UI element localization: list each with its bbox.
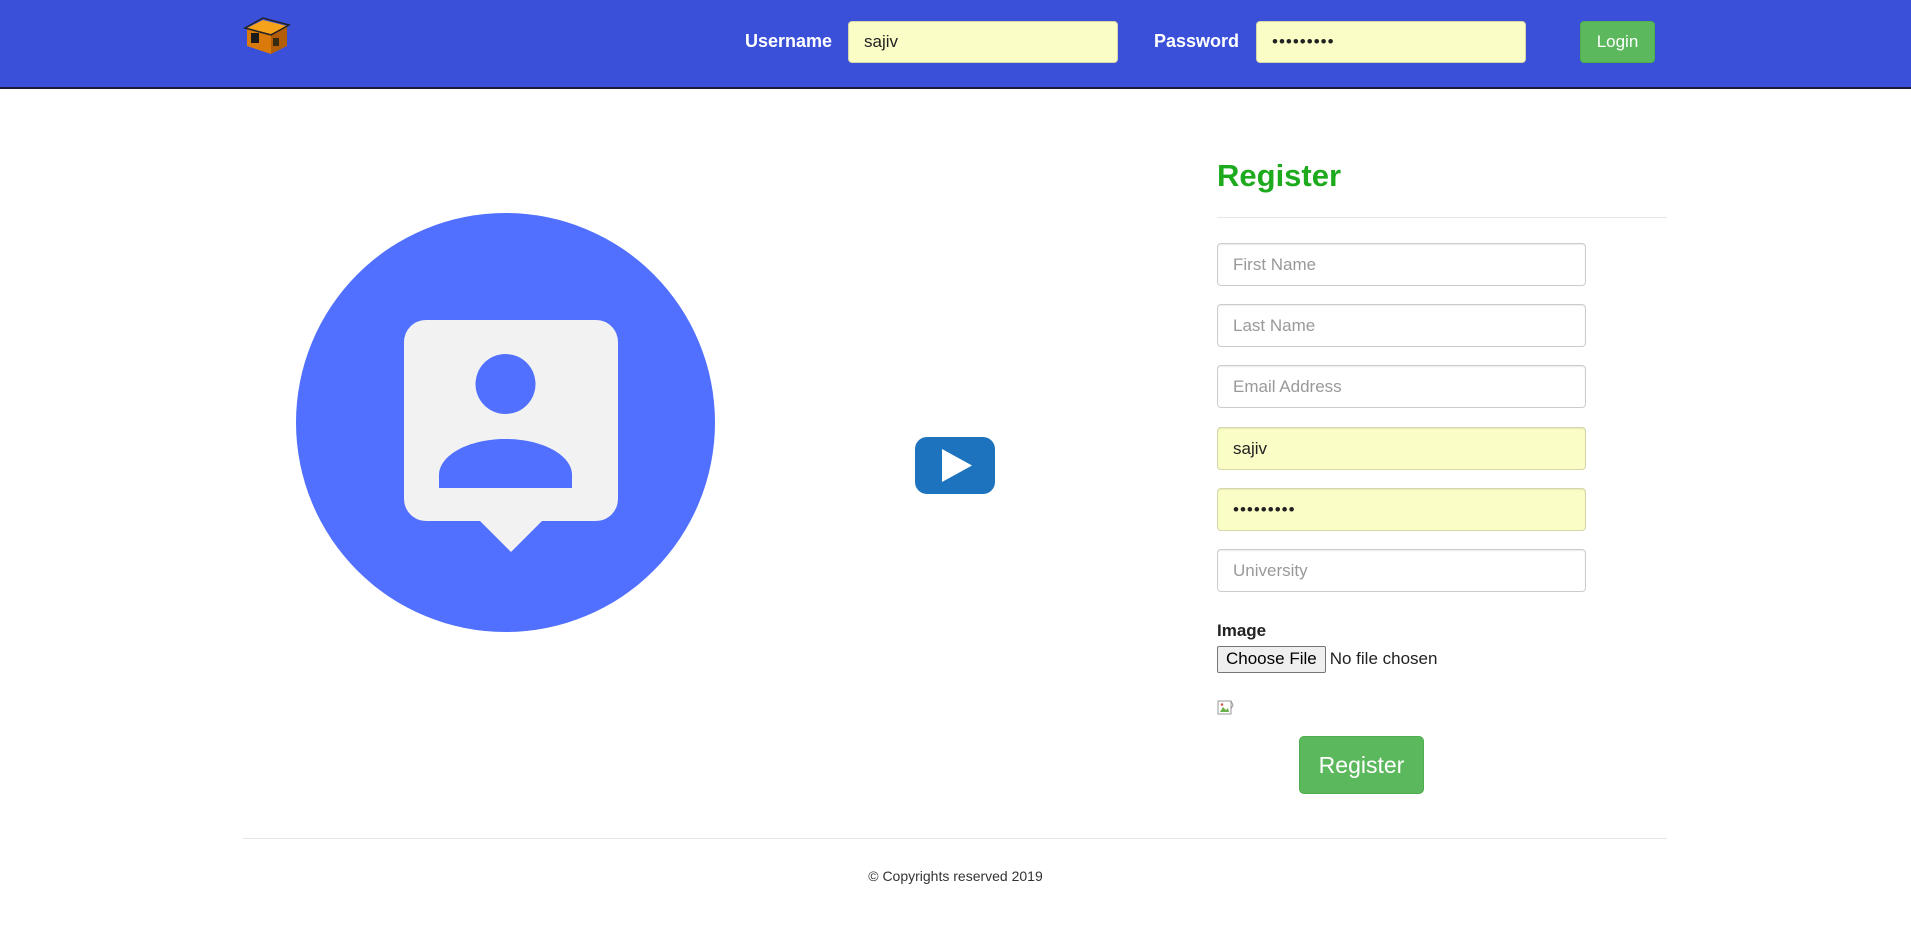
register-username-field[interactable]: [1217, 427, 1586, 470]
register-button[interactable]: Register: [1299, 736, 1424, 794]
choose-file-button[interactable]: Choose File: [1217, 645, 1326, 673]
youtube-play-icon[interactable]: [915, 437, 995, 494]
footer-copyright: © Copyrights reserved 2019: [868, 868, 1043, 884]
header-username-input[interactable]: [848, 21, 1118, 63]
contact-avatar-icon: [296, 213, 715, 632]
header-password-input[interactable]: [1256, 21, 1526, 63]
top-navbar: Username Password Login: [0, 0, 1911, 89]
house-logo-icon[interactable]: [243, 16, 291, 56]
first-name-field[interactable]: [1217, 243, 1586, 286]
broken-image-icon: [1217, 700, 1234, 715]
footer-divider: [243, 838, 1667, 839]
register-divider: [1217, 217, 1667, 218]
password-label: Password: [1154, 31, 1240, 51]
email-field[interactable]: [1217, 365, 1586, 408]
last-name-field[interactable]: [1217, 304, 1586, 347]
image-label: Image: [1217, 621, 1267, 640]
file-status: No file chosen: [1329, 649, 1438, 668]
file-upload: Choose File No file chosen: [1217, 645, 1437, 673]
login-button[interactable]: Login: [1580, 21, 1655, 63]
register-password-field[interactable]: [1217, 488, 1586, 531]
register-title: Register: [1217, 158, 1342, 193]
username-label: Username: [745, 31, 833, 51]
university-field[interactable]: [1217, 549, 1586, 592]
